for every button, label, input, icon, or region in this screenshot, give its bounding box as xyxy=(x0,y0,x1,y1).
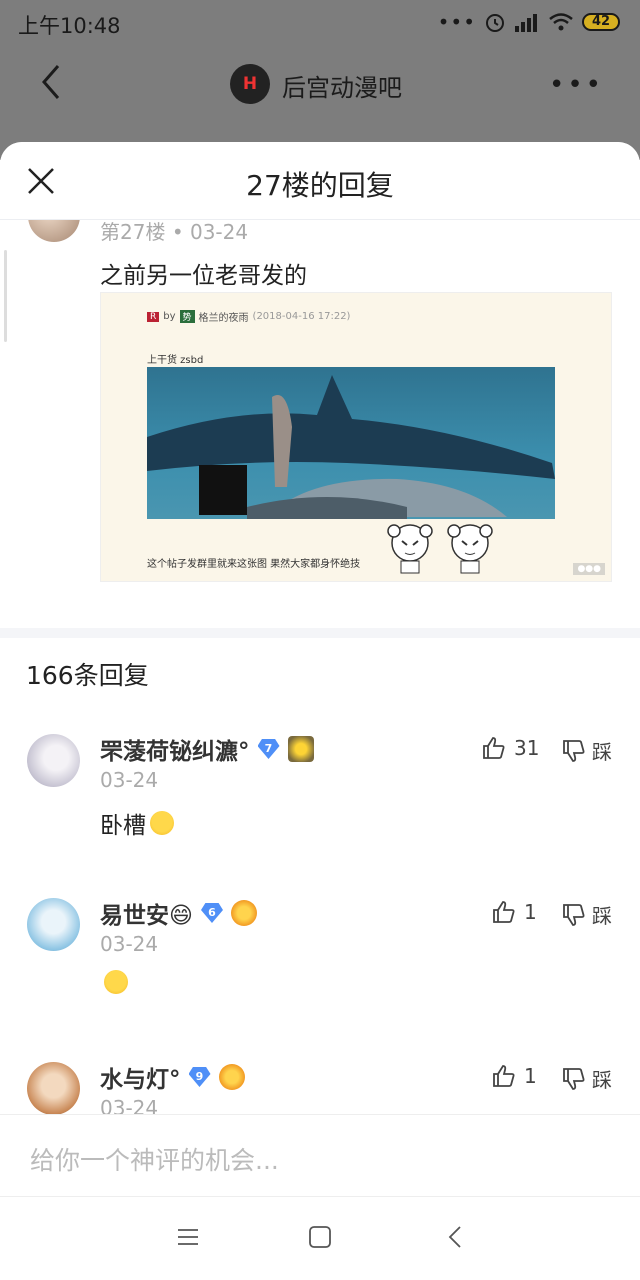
sneeze-emoji-icon xyxy=(150,811,174,835)
status-bar: 上午10:48 ••• 42 xyxy=(0,0,640,46)
menu-icon[interactable] xyxy=(176,1225,200,1249)
floor-number: 第27楼 xyxy=(100,220,166,244)
post-meta: 第27楼 • 03-24 xyxy=(100,216,248,245)
thumbs-down-icon xyxy=(563,903,585,926)
thumbs-up-icon xyxy=(493,1065,515,1087)
comment-author[interactable]: 水与灯° 9 xyxy=(100,1060,245,1094)
nav-back-icon[interactable] xyxy=(444,1225,468,1249)
dislike-label: 踩 xyxy=(592,740,612,764)
wifi-icon xyxy=(549,13,573,31)
reply-count: 166条回复 xyxy=(26,661,149,690)
chibi-girl-icon xyxy=(447,524,493,574)
background-page: 上午10:48 ••• 42 H 后宫动漫吧 ••• xyxy=(0,0,640,160)
thumbs-down-icon xyxy=(563,1067,585,1090)
chibi-girl-icon xyxy=(387,524,433,574)
like-count: 1 xyxy=(524,900,537,924)
image-tag: R xyxy=(147,311,160,322)
like-button[interactable]: 1 xyxy=(492,900,537,924)
level-badge-icon: 7 xyxy=(257,739,280,759)
reply-sheet: 27楼的回复 第27楼 • 03-24 之前另一位老哥发的 R by 势 格兰的… xyxy=(0,142,640,1280)
avatar[interactable] xyxy=(27,1062,80,1115)
thumbs-down-icon xyxy=(563,739,585,762)
comment-date: 03-24 xyxy=(100,768,159,792)
comment-text: 卧槽 xyxy=(100,806,174,840)
comment-text-content: 卧槽 xyxy=(100,813,146,839)
post-image[interactable]: R by 势 格兰的夜雨 (2018-04-16 17:22) 上干货 zsbd… xyxy=(100,292,612,582)
image-header: R by 势 格兰的夜雨 (2018-04-16 17:22) xyxy=(147,309,350,324)
comment-item: 易世安😄 6 03-24 1 踩 xyxy=(0,898,640,1062)
like-count: 1 xyxy=(524,1064,537,1088)
author-name: 水与灯° xyxy=(100,1067,181,1093)
crying-emoji-icon xyxy=(104,970,128,994)
medal-icon xyxy=(230,900,257,926)
image-author: 格兰的夜雨 xyxy=(198,313,249,324)
forum-logo: H xyxy=(230,64,270,104)
background-nav: H 后宫动漫吧 ••• xyxy=(0,56,640,112)
like-count: 31 xyxy=(514,736,540,760)
alarm-icon xyxy=(486,14,504,32)
comment-author[interactable]: 罘蓤荷铋纠瀌° 7 xyxy=(100,732,314,766)
comment-date: 03-24 xyxy=(100,932,159,956)
like-button[interactable]: 31 xyxy=(482,736,539,760)
notification-dots-icon: ••• xyxy=(437,10,476,34)
image-timestamp: (2018-04-16 17:22) xyxy=(252,311,351,322)
status-time: 上午10:48 xyxy=(18,14,121,38)
dislike-button[interactable]: 踩 xyxy=(562,1064,612,1093)
image-caption-bottom: 这个帖子发群里就来这张图 果然大家都身怀绝技 xyxy=(147,559,361,570)
dislike-button[interactable]: 踩 xyxy=(562,736,612,765)
section-divider xyxy=(0,628,640,638)
battery-icon: 42 xyxy=(582,13,620,31)
comment-text xyxy=(100,970,128,994)
author-name: 罘蓤荷铋纠瀌° xyxy=(100,739,250,765)
home-icon[interactable] xyxy=(308,1225,332,1249)
avatar[interactable] xyxy=(27,734,80,787)
forum-title: 后宫动漫吧 xyxy=(282,74,402,102)
more-icon[interactable]: ••• xyxy=(549,70,604,100)
comment-author[interactable]: 易世安😄 6 xyxy=(100,896,257,930)
post-date: 03-24 xyxy=(189,220,249,244)
post-text: 之前另一位老哥发的 xyxy=(100,263,307,289)
sheet-title: 27楼的回复 xyxy=(246,169,394,202)
meta-separator: • xyxy=(171,220,184,244)
sheet-header: 27楼的回复 xyxy=(0,142,640,220)
avatar[interactable] xyxy=(27,898,80,951)
level-badge-icon: 9 xyxy=(188,1067,211,1087)
dislike-button[interactable]: 踩 xyxy=(562,900,612,929)
image-watermark: ●●● xyxy=(573,563,605,575)
image-by: by xyxy=(163,311,176,322)
author-name: 易世安😄 xyxy=(100,903,193,929)
like-button[interactable]: 1 xyxy=(492,1064,537,1088)
thumbs-up-icon xyxy=(493,901,515,923)
scroll-indicator xyxy=(4,250,7,342)
censor-block xyxy=(199,465,247,515)
level-badge-icon: 6 xyxy=(200,903,223,923)
medal-icon xyxy=(287,736,314,762)
medal-icon xyxy=(218,1064,245,1090)
status-icons: ••• 42 xyxy=(438,11,620,33)
thumbs-up-icon xyxy=(483,737,505,759)
signal-icon xyxy=(515,14,537,32)
comment-input[interactable]: 给你一个神评的机会... xyxy=(30,1141,279,1177)
image-caption-top: 上干货 zsbd xyxy=(147,355,204,366)
chevron-left-icon[interactable] xyxy=(38,62,62,102)
comment-input-bar[interactable]: 给你一个神评的机会... xyxy=(0,1114,640,1196)
dolphin-photo xyxy=(147,367,555,519)
system-nav-bar xyxy=(0,1196,640,1280)
image-tag: 势 xyxy=(179,310,195,323)
dislike-label: 踩 xyxy=(592,1068,612,1092)
dislike-label: 踩 xyxy=(592,904,612,928)
comment-item: 罘蓤荷铋纠瀌° 7 03-24 卧槽 31 踩 xyxy=(0,734,640,898)
original-post: 第27楼 • 03-24 之前另一位老哥发的 R by 势 格兰的夜雨 (201… xyxy=(0,190,640,630)
